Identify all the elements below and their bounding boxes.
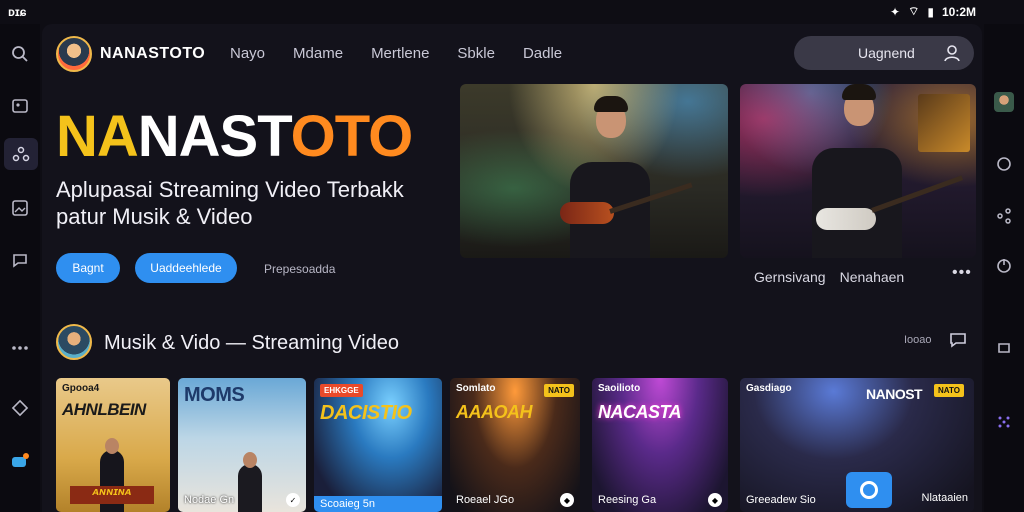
primary-button[interactable]: Bagnt — [56, 253, 120, 283]
tile-1-big: AHNLBEIN — [62, 400, 146, 419]
signal-icon: ✦ — [890, 4, 901, 19]
brand-avatar[interactable] — [56, 36, 92, 72]
tile-1-top: Gpooa4 — [62, 383, 100, 394]
power-icon[interactable] — [992, 254, 1016, 278]
section-right-label[interactable]: Iooao — [904, 334, 932, 346]
nav-item-3[interactable]: Mertlene — [371, 45, 429, 62]
hero-title: NANASTOTO — [56, 108, 413, 166]
battery-icon: ▮ — [927, 4, 934, 19]
tile-6-top: Gasdiago — [746, 383, 792, 394]
hero-subtitle: Aplupasai Streaming Video Terbakk patur … — [56, 177, 404, 229]
video-tile-6[interactable]: Gasdiago NATO NANOST Greeadew Sio Nlataa… — [740, 378, 974, 512]
rocker-figure — [790, 84, 964, 258]
more-options-icon[interactable]: ••• — [952, 264, 972, 282]
nav-item-2[interactable]: Mdame — [293, 45, 343, 62]
caption-1[interactable]: Gernsivang — [754, 269, 826, 285]
hero-title-part-2: NAST — [137, 104, 292, 169]
search-bar[interactable]: Uagnend — [794, 36, 974, 70]
left-navigation-rail — [0, 24, 40, 512]
tile-5-badge-icon[interactable]: ◆ — [708, 493, 722, 507]
chat-icon[interactable] — [8, 248, 32, 272]
tile-6-bottom: Greeadew Sio — [746, 494, 816, 506]
nav-item-5[interactable]: Dadle — [523, 45, 562, 62]
search-label: Uagnend — [858, 45, 915, 61]
search-icon[interactable] — [8, 42, 32, 66]
comment-icon[interactable] — [948, 330, 968, 350]
nav-item-4[interactable]: Sbkle — [457, 45, 495, 62]
hero-title-part-3: OTO — [290, 104, 414, 169]
tile-5-bottom: Reesing Ga — [598, 494, 657, 506]
tile-4-bottom: Roeael JGo — [456, 494, 515, 506]
image-icon[interactable] — [8, 196, 32, 220]
hero-card-guitarist[interactable] — [460, 84, 728, 258]
brand-name[interactable]: NANASTOTO — [100, 45, 205, 63]
gallery-icon[interactable] — [8, 94, 32, 118]
tile-2-bottom: Nodae Gn — [184, 494, 235, 506]
tile-2-badge-icon[interactable]: ✓ — [286, 493, 300, 507]
tile-6-tag: NATO — [934, 384, 964, 397]
share-icon[interactable] — [992, 204, 1016, 228]
messages-icon[interactable] — [8, 450, 32, 474]
video-tile-3[interactable]: EHKGGE DACISTIO Scoaieg 5n — [314, 378, 442, 512]
tile-6-right-label: Nlataaien — [921, 492, 968, 504]
nav-item-1[interactable]: Nayo — [230, 45, 265, 62]
tile-4-badge-icon[interactable]: ◆ — [560, 493, 574, 507]
status-icons: ✦ ⌔ ▮ 10:2M — [890, 4, 976, 19]
top-bar: NANASTOTO Nayo Mdame Mertlene Sbkle Dadl… — [42, 32, 982, 76]
tile-3-big: DACISTIO — [320, 402, 412, 424]
video-tile-5[interactable]: Saoilioto NACASTA Reesing Ga ◆ — [592, 378, 728, 512]
hero-caption: Gernsivang Nenahaen — [754, 269, 904, 285]
secondary-button[interactable]: Uaddeehlede — [135, 253, 237, 283]
app-window: NANASTOTO Nayo Mdame Mertlene Sbkle Dadl… — [42, 24, 982, 512]
diamond-icon[interactable] — [8, 396, 32, 420]
video-tile-1[interactable]: Gpooa4 AHNLBEIN ᴀɴɴɪɴᴀ — [56, 378, 170, 512]
right-rail — [984, 24, 1024, 512]
tile-1-banner: ᴀɴɴɪɴᴀ — [70, 486, 154, 504]
tile-4-big: AAAOAH — [456, 402, 533, 422]
tile-3-bottom: Scoaieg 5n — [314, 496, 442, 512]
user-icon[interactable] — [942, 43, 962, 63]
section-title: Musik & Vido — Streaming Video — [104, 332, 399, 354]
clock-text: 10:2M — [941, 4, 976, 19]
section-avatar — [56, 324, 92, 360]
back-icon[interactable] — [992, 336, 1016, 360]
caption-2[interactable]: Nenahaen — [840, 269, 905, 285]
video-tile-4[interactable]: Somlato NATO AAAOAH Roeael JGo ◆ — [450, 378, 580, 512]
hero-title-part-1: NA — [56, 104, 139, 169]
apps-grid-icon[interactable] — [8, 336, 32, 360]
hero-card-concert[interactable] — [740, 84, 976, 258]
profile-thumb-icon[interactable] — [992, 90, 1016, 114]
tile-4-top: Somlato — [456, 383, 496, 394]
community-icon[interactable] — [4, 138, 38, 170]
status-bar: ᴅɪɕ ✦ ⌔ ▮ 10:2M — [0, 0, 1024, 24]
top-nav: Nayo Mdame Mertlene Sbkle Dadle — [230, 45, 562, 62]
play-icon — [860, 481, 878, 499]
tile-2-person — [238, 452, 262, 512]
tile-3-tag: EHKGGE — [320, 384, 363, 397]
tile-6-big: NANOST — [866, 386, 923, 402]
video-tile-2[interactable]: MOMS Nodae Gn ✓ — [178, 378, 306, 512]
ghost-link[interactable]: Prepesoadda — [264, 262, 335, 276]
wifi-icon: ⌔ — [908, 4, 920, 18]
tile-5-top: Saoilioto — [598, 383, 641, 394]
tile-4-tag: NATO — [544, 384, 574, 397]
dots-icon[interactable] — [992, 410, 1016, 434]
status-left-text: ᴅɪɕ — [8, 5, 27, 19]
tile-5-big: NACASTA — [598, 402, 682, 422]
tile-2-big: MOMS — [184, 384, 245, 406]
play-button[interactable] — [846, 472, 892, 508]
guitarist-figure — [552, 84, 693, 258]
link-icon[interactable] — [992, 152, 1016, 176]
